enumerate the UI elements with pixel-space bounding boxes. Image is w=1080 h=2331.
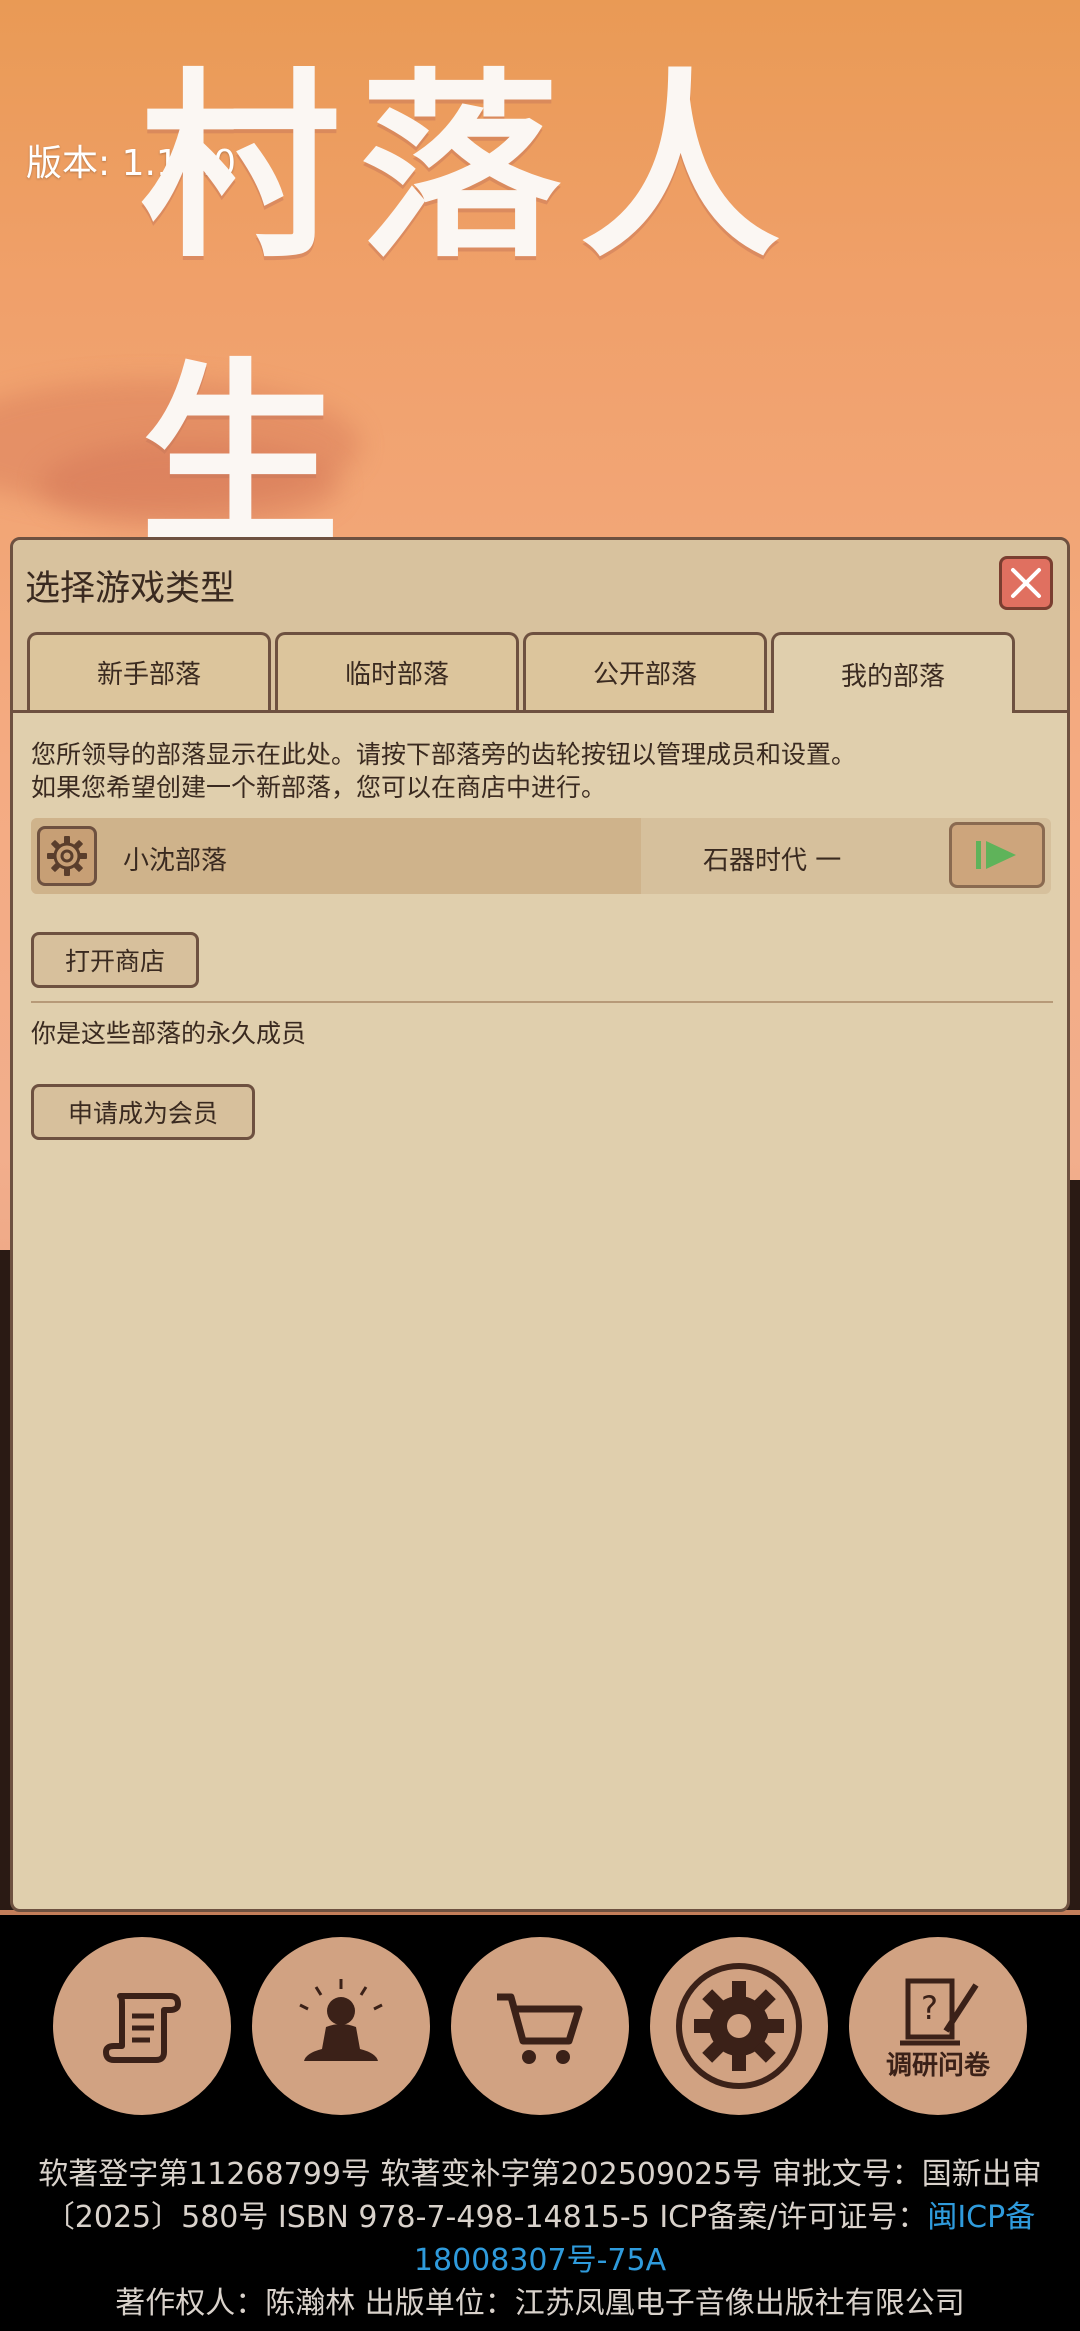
icp-link[interactable]: 闽ICP备 [927, 2200, 1035, 2235]
tab-temporary-tribe[interactable]: 临时部落 [275, 632, 519, 710]
game-logo: 村落人生 [140, 50, 940, 575]
footer-line-2-text: 〔2025〕580号 ISBN 978-7-498-14815-5 ICP备案/… [44, 2200, 928, 2235]
footer-line-4: 著作权人：陈瀚林 出版单位：江苏凤凰电子音像出版社有限公司 [115, 2286, 965, 2321]
close-icon [1011, 568, 1041, 598]
game-type-dialog: 选择游戏类型 新手部落 临时部落 公开部落 我的部落 您所领导的部落显示在此处。… [10, 537, 1070, 1912]
permanent-member-text: 你是这些部落的永久成员 [31, 1019, 307, 1048]
tab-my-tribe[interactable]: 我的部落 [771, 632, 1015, 713]
nav-survey-button[interactable]: ? 调研问卷 [849, 1937, 1027, 2115]
tab-public-tribe[interactable]: 公开部落 [523, 632, 767, 710]
nav-meditation-button[interactable] [252, 1937, 430, 2115]
tab-novice-tribe[interactable]: 新手部落 [27, 632, 271, 710]
footer-line-1: 软著登字第11268799号 软著变补字第202509025号 审批文号：国新出… [38, 2157, 1042, 2192]
play-icon [976, 841, 1016, 869]
gear-icon [676, 1963, 802, 2089]
tribe-name: 小沈部落 [123, 846, 228, 876]
nav-shop-button[interactable] [451, 1937, 629, 2115]
footer-line-2: 〔2025〕580号 ISBN 978-7-498-14815-5 ICP备案/… [0, 2196, 1080, 2239]
dialog-header: 选择游戏类型 新手部落 临时部落 公开部落 我的部落 [13, 540, 1067, 713]
nav-settings-button[interactable] [650, 1937, 828, 2115]
close-button[interactable] [999, 556, 1053, 610]
tab-bar: 新手部落 临时部落 公开部落 我的部落 [27, 632, 1067, 713]
icp-link-continued[interactable]: 18008307号-75A [0, 2239, 1080, 2282]
open-shop-button[interactable]: 打开商店 [31, 932, 199, 988]
svg-text:?: ? [921, 1989, 938, 2027]
dialog-title: 选择游戏类型 [25, 569, 236, 609]
tribe-era: 石器时代 一 [703, 846, 842, 876]
survey-label: 调研问卷 [885, 2050, 990, 2081]
footer: 软著登字第11268799号 软著变补字第202509025号 审批文号：国新出… [0, 2153, 1080, 2325]
description-text: 您所领导的部落显示在此处。请按下部落旁的齿轮按钮以管理成员和设置。 如果您希望创… [31, 738, 856, 804]
nav-scroll-button[interactable] [53, 1937, 231, 2115]
divider [31, 1001, 1053, 1003]
apply-member-button[interactable]: 申请成为会员 [31, 1084, 255, 1140]
tribe-settings-button[interactable] [37, 826, 97, 886]
enter-tribe-button[interactable] [949, 822, 1045, 888]
description-line-1: 您所领导的部落显示在此处。请按下部落旁的齿轮按钮以管理成员和设置。 [31, 740, 857, 769]
cart-icon [497, 1993, 583, 2064]
gear-icon [47, 836, 87, 876]
description-line-2: 如果您希望创建一个新部落，您可以在商店中进行。 [31, 773, 607, 802]
scroll-icon [103, 1993, 181, 2063]
survey-icon: ? [900, 1978, 979, 2045]
tribe-row: 小沈部落 石器时代 一 [31, 818, 1051, 894]
meditation-icon [299, 1979, 383, 2061]
